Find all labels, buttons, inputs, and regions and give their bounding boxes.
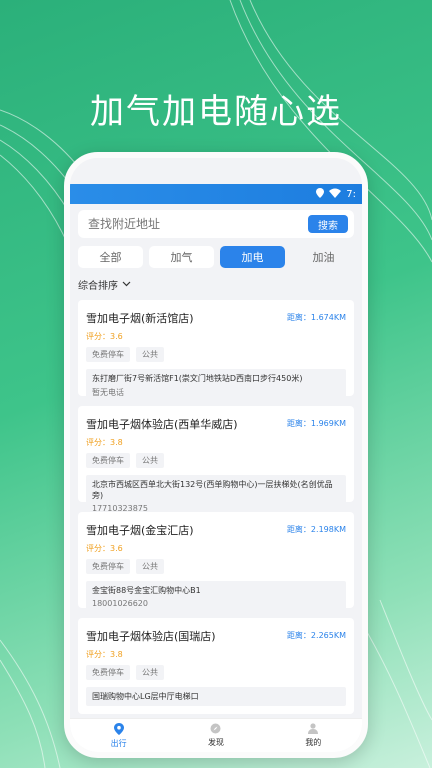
nav-discover-label: 发现 <box>207 738 224 747</box>
station-address: 金宝街88号金宝汇购物中心B1 <box>92 586 201 595</box>
station-address: 国瑞购物中心LG层中厅电梯口 <box>92 692 199 701</box>
address-box: 北京市西城区西单北大街132号(西单购物中心)一层扶梯处(名创优品旁) 1771… <box>86 475 346 517</box>
station-distance: 距离：2.265KM <box>286 631 346 640</box>
station-address: 东打磨厂街7号新活馆F1(崇文门地铁站D西南口步行450米) <box>92 374 303 383</box>
compass-icon <box>210 723 221 736</box>
tag-public: 公共 <box>136 665 164 680</box>
nav-travel-label: 出行 <box>110 738 127 748</box>
location-status-icon <box>316 187 325 201</box>
address-box: 国瑞购物中心LG层中厅电梯口 <box>86 687 346 706</box>
address-box: 东打磨厂街7号新活馆F1(崇文门地铁站D西南口步行450米) 暂无电话 <box>86 369 346 402</box>
station-tags: 免费停车 公共 <box>86 559 346 574</box>
station-card[interactable]: 雪加电子烟体验店(国瑞店) 距离：2.265KM 评分：3.8 免费停车 公共 … <box>78 618 354 714</box>
bottom-nav: 出行 发现 我的 <box>70 718 362 752</box>
station-tags: 免费停车 公共 <box>86 347 346 362</box>
station-list: 雪加电子烟(新活馆店) 距离：1.674KM 评分：3.6 免费停车 公共 东打… <box>70 300 362 714</box>
station-address: 北京市西城区西单北大街132号(西单购物中心)一层扶梯处(名创优品旁) <box>92 480 333 500</box>
nav-mine-label: 我的 <box>305 738 322 747</box>
nav-discover[interactable]: 发现 <box>186 723 246 748</box>
station-distance: 距离：1.674KM <box>286 313 346 322</box>
address-box: 金宝街88号金宝汇购物中心B1 18001026620 <box>86 581 346 612</box>
search-button[interactable]: 搜索 <box>308 215 348 233</box>
station-distance: 距离：1.969KM <box>286 419 346 428</box>
tab-gas[interactable]: 加气 <box>149 246 214 268</box>
tab-all[interactable]: 全部 <box>78 246 143 268</box>
phone-frame: 7: 搜索 全部 加气 加电 加油 综合排序 雪加电子烟(新活馆店) 距离：1.… <box>64 152 368 758</box>
station-card[interactable]: 雪加电子烟(新活馆店) 距离：1.674KM 评分：3.6 免费停车 公共 东打… <box>78 300 354 402</box>
status-bar: 7: <box>70 184 362 204</box>
tag-public: 公共 <box>136 453 164 468</box>
promo-headline: 加气加电随心选 <box>90 92 342 132</box>
tag-parking: 免费停车 <box>86 665 130 680</box>
station-tags: 免费停车 公共 <box>86 453 346 468</box>
station-rating: 评分：3.6 <box>86 544 123 553</box>
tag-public: 公共 <box>136 347 164 362</box>
station-rating: 评分：3.6 <box>86 332 123 341</box>
station-distance: 距离：2.198KM <box>286 525 346 534</box>
chevron-down-icon <box>122 279 131 290</box>
sort-dropdown[interactable]: 综合排序 <box>78 277 362 292</box>
person-icon <box>308 723 319 736</box>
station-tags: 免费停车 公共 <box>86 665 346 680</box>
tab-fuel[interactable]: 加油 <box>291 246 356 268</box>
nav-travel[interactable]: 出行 <box>89 722 149 749</box>
wifi-icon <box>329 188 342 201</box>
station-card[interactable]: 雪加电子烟(金宝汇店) 距离：2.198KM 评分：3.6 免费停车 公共 金宝… <box>78 512 354 612</box>
tag-public: 公共 <box>136 559 164 574</box>
tag-parking: 免费停车 <box>86 453 130 468</box>
station-rating: 评分：3.8 <box>86 438 123 447</box>
nav-mine[interactable]: 我的 <box>283 723 343 748</box>
tag-parking: 免费停车 <box>86 347 130 362</box>
status-time: 7: <box>346 188 356 200</box>
category-tabs: 全部 加气 加电 加油 <box>78 246 356 268</box>
location-pin-icon <box>113 722 124 737</box>
sort-label: 综合排序 <box>78 281 118 292</box>
tab-charging[interactable]: 加电 <box>220 246 285 268</box>
station-card[interactable]: 雪加电子烟体验店(西单华威店) 距离：1.969KM 评分：3.8 免费停车 公… <box>78 406 354 517</box>
tag-parking: 免费停车 <box>86 559 130 574</box>
station-phone: 18001026620 <box>92 599 148 608</box>
station-phone: 暂无电话 <box>92 388 124 397</box>
search-input[interactable] <box>88 217 288 231</box>
station-rating: 评分：3.8 <box>86 650 123 659</box>
app-screen: 7: 搜索 全部 加气 加电 加油 综合排序 雪加电子烟(新活馆店) 距离：1.… <box>70 158 362 752</box>
search-bar: 搜索 <box>78 210 354 238</box>
